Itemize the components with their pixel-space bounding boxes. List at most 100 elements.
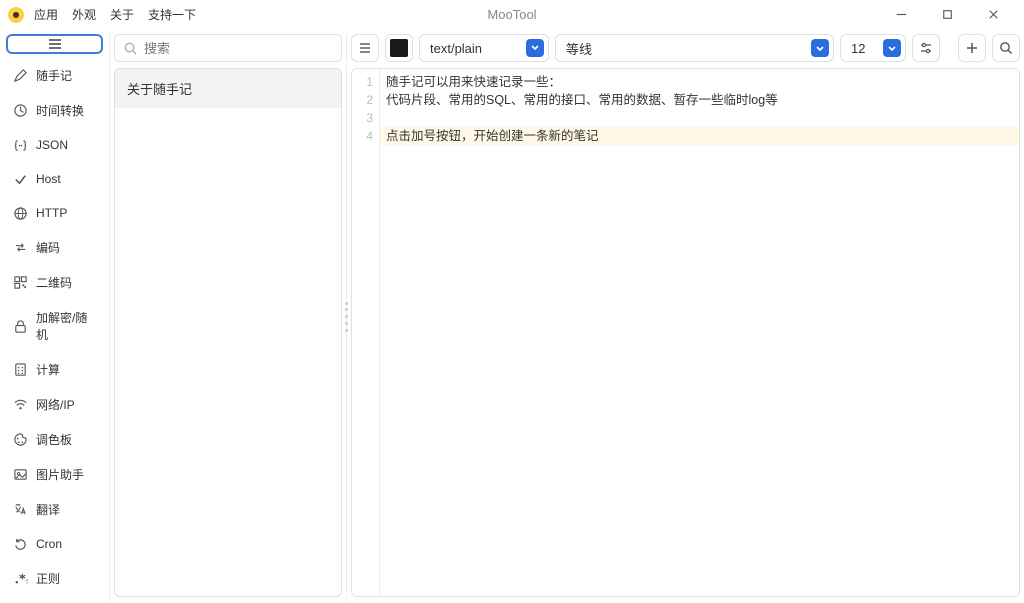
sidebar-toggle-button[interactable]	[6, 34, 103, 54]
line-number: 1	[352, 73, 379, 91]
tool-item-label: 调色板	[36, 431, 72, 448]
tool-item-refresh[interactable]: Cron	[6, 527, 103, 561]
code-line: 随手记可以用来快速记录一些：	[380, 73, 1019, 91]
menu-about[interactable]: 关于	[110, 6, 134, 23]
maximize-button[interactable]	[924, 0, 970, 30]
lock-icon	[12, 318, 28, 334]
menu-app[interactable]: 应用	[34, 6, 58, 23]
wifi-icon	[12, 397, 28, 413]
tool-item-check[interactable]: Host	[6, 162, 103, 196]
palette-icon	[12, 432, 28, 448]
tool-item-pencil[interactable]: 随手记	[6, 58, 103, 93]
minimize-icon	[894, 7, 909, 22]
tool-item-label: 时间转换	[36, 102, 84, 119]
tool-item-regex[interactable]: ? 正则	[6, 561, 103, 596]
note-list-panel: 关于随手记	[110, 30, 347, 603]
code-editor[interactable]: 1234 随手记可以用来快速记录一些：代码片段、常用的SQL、常用的接口、常用的…	[351, 68, 1020, 597]
tool-item-label: 二维码	[36, 274, 72, 291]
menu-bar: 应用 外观 关于 支持一下	[34, 6, 196, 23]
swap-icon	[12, 240, 28, 256]
close-button[interactable]	[970, 0, 1016, 30]
tool-item-label: 图片助手	[36, 466, 84, 483]
code-line	[380, 109, 1019, 127]
content-type-value: text/plain	[430, 41, 482, 56]
settings-button[interactable]	[912, 34, 940, 62]
color-swatch-icon	[390, 39, 408, 57]
editor-toolbar: text/plain 等线 12	[351, 34, 1020, 62]
close-icon	[986, 7, 1001, 22]
code-line: 点击加号按钮，开始创建一条新的笔记	[380, 127, 1019, 145]
tool-item-wifi[interactable]: 网络/IP	[6, 387, 103, 422]
code-line: 代码片段、常用的SQL、常用的接口、常用的数据、暂存一些临时log等	[380, 91, 1019, 109]
svg-text:?: ?	[25, 579, 28, 586]
tool-item-label: 网络/IP	[36, 396, 75, 413]
tool-item-label: 加解密/随机	[36, 309, 97, 343]
find-button[interactable]	[992, 34, 1020, 62]
tool-item-globe[interactable]: HTTP	[6, 196, 103, 230]
clock-icon	[12, 103, 28, 119]
json-icon	[12, 137, 28, 153]
calc-icon	[12, 362, 28, 378]
qrcode-icon	[12, 275, 28, 291]
tool-item-label: Host	[36, 172, 61, 186]
font-family-value: 等线	[566, 39, 592, 58]
menu-theme[interactable]: 外观	[72, 6, 96, 23]
tool-item-json[interactable]: JSON	[6, 128, 103, 162]
tool-item-image[interactable]: 图片助手	[6, 457, 103, 492]
note-item[interactable]: 关于随手记	[115, 69, 341, 108]
line-number: 2	[352, 91, 379, 109]
window-controls	[878, 0, 1016, 30]
tool-item-label: 随手记	[36, 67, 72, 84]
tool-item-palette[interactable]: 调色板	[6, 422, 103, 457]
splitter-handle[interactable]	[345, 302, 349, 332]
tools-sidebar: 随手记时间转换 JSON Host HTTP 编码二维码加解密/随机计算网络/IP 调色板…	[0, 30, 110, 603]
list-toggle-button[interactable]	[351, 34, 379, 62]
search-field[interactable]	[114, 34, 342, 62]
tool-item-label: 正则	[36, 570, 60, 587]
add-note-button[interactable]	[958, 34, 986, 62]
tool-item-swap[interactable]: 编码	[6, 230, 103, 265]
tool-item-clock[interactable]: 时间转换	[6, 93, 103, 128]
tool-item-calc[interactable]: 计算	[6, 352, 103, 387]
dropdown-icon	[883, 39, 901, 57]
dropdown-icon	[526, 39, 544, 57]
line-number: 4	[352, 127, 379, 145]
tool-item-qrcode[interactable]: 二维码	[6, 265, 103, 300]
content-type-select[interactable]: text/plain	[419, 34, 549, 62]
tool-item-label: Cron	[36, 537, 62, 551]
font-family-select[interactable]: 等线	[555, 34, 834, 62]
menu-support[interactable]: 支持一下	[148, 6, 196, 23]
titlebar: 应用 外观 关于 支持一下 MooTool	[0, 0, 1024, 30]
hamburger-icon	[357, 40, 373, 56]
search-icon	[998, 40, 1014, 56]
window-title: MooTool	[487, 7, 536, 22]
font-size-select[interactable]: 12	[840, 34, 906, 62]
tool-item-translate[interactable]: 翻译	[6, 492, 103, 527]
code-content[interactable]: 随手记可以用来快速记录一些：代码片段、常用的SQL、常用的接口、常用的数据、暂存…	[380, 69, 1019, 596]
note-list: 关于随手记	[114, 68, 342, 597]
sidebar-collapse-button[interactable]	[6, 598, 103, 603]
pencil-icon	[12, 68, 28, 84]
check-icon	[12, 171, 28, 187]
tool-item-label: HTTP	[36, 206, 67, 220]
refresh-icon	[12, 536, 28, 552]
globe-icon	[12, 205, 28, 221]
main-layout: 随手记时间转换 JSON Host HTTP 编码二维码加解密/随机计算网络/IP 调色板…	[0, 30, 1024, 603]
tool-item-label: 翻译	[36, 501, 60, 518]
sliders-icon	[918, 40, 934, 56]
editor-panel: text/plain 等线 12	[347, 30, 1024, 603]
line-gutter: 1234	[352, 69, 380, 596]
color-swatch-button[interactable]	[385, 34, 413, 62]
image-icon	[12, 467, 28, 483]
search-icon	[123, 41, 138, 56]
line-number: 3	[352, 109, 379, 127]
font-size-value: 12	[851, 41, 865, 56]
maximize-icon	[940, 7, 955, 22]
regex-icon: ?	[12, 571, 28, 587]
tool-item-lock[interactable]: 加解密/随机	[6, 300, 103, 352]
plus-icon	[964, 40, 980, 56]
search-input[interactable]	[144, 41, 333, 56]
minimize-button[interactable]	[878, 0, 924, 30]
tool-item-label: 计算	[36, 361, 60, 378]
dropdown-icon	[811, 39, 829, 57]
